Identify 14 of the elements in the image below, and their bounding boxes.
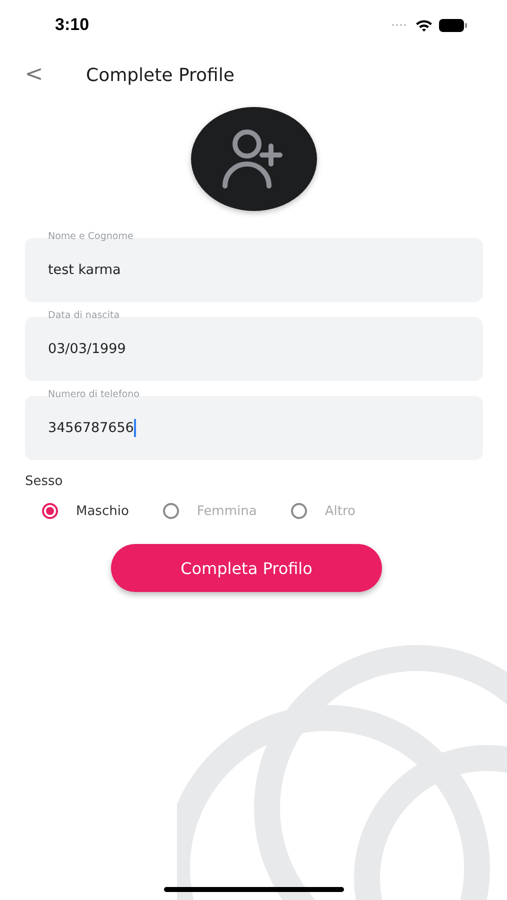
screen-title: Complete Profile xyxy=(86,64,234,86)
battery-icon xyxy=(439,18,467,32)
radio-button[interactable] xyxy=(290,503,307,519)
status-time: 3:10 xyxy=(55,15,90,35)
radio-label[interactable]: Maschio xyxy=(76,504,129,518)
input-field[interactable]: 03/03/1999 xyxy=(25,317,483,381)
signal-icon xyxy=(391,23,409,27)
gender-label: Sesso xyxy=(24,474,64,489)
radio-button[interactable] xyxy=(162,503,179,519)
wifi-icon xyxy=(415,18,433,32)
submit-button[interactable]: Completa Profilo xyxy=(111,544,382,592)
radio-button[interactable] xyxy=(42,503,58,519)
back-button[interactable]: < xyxy=(24,63,44,87)
input-field[interactable]: 3456787656 xyxy=(25,396,483,460)
